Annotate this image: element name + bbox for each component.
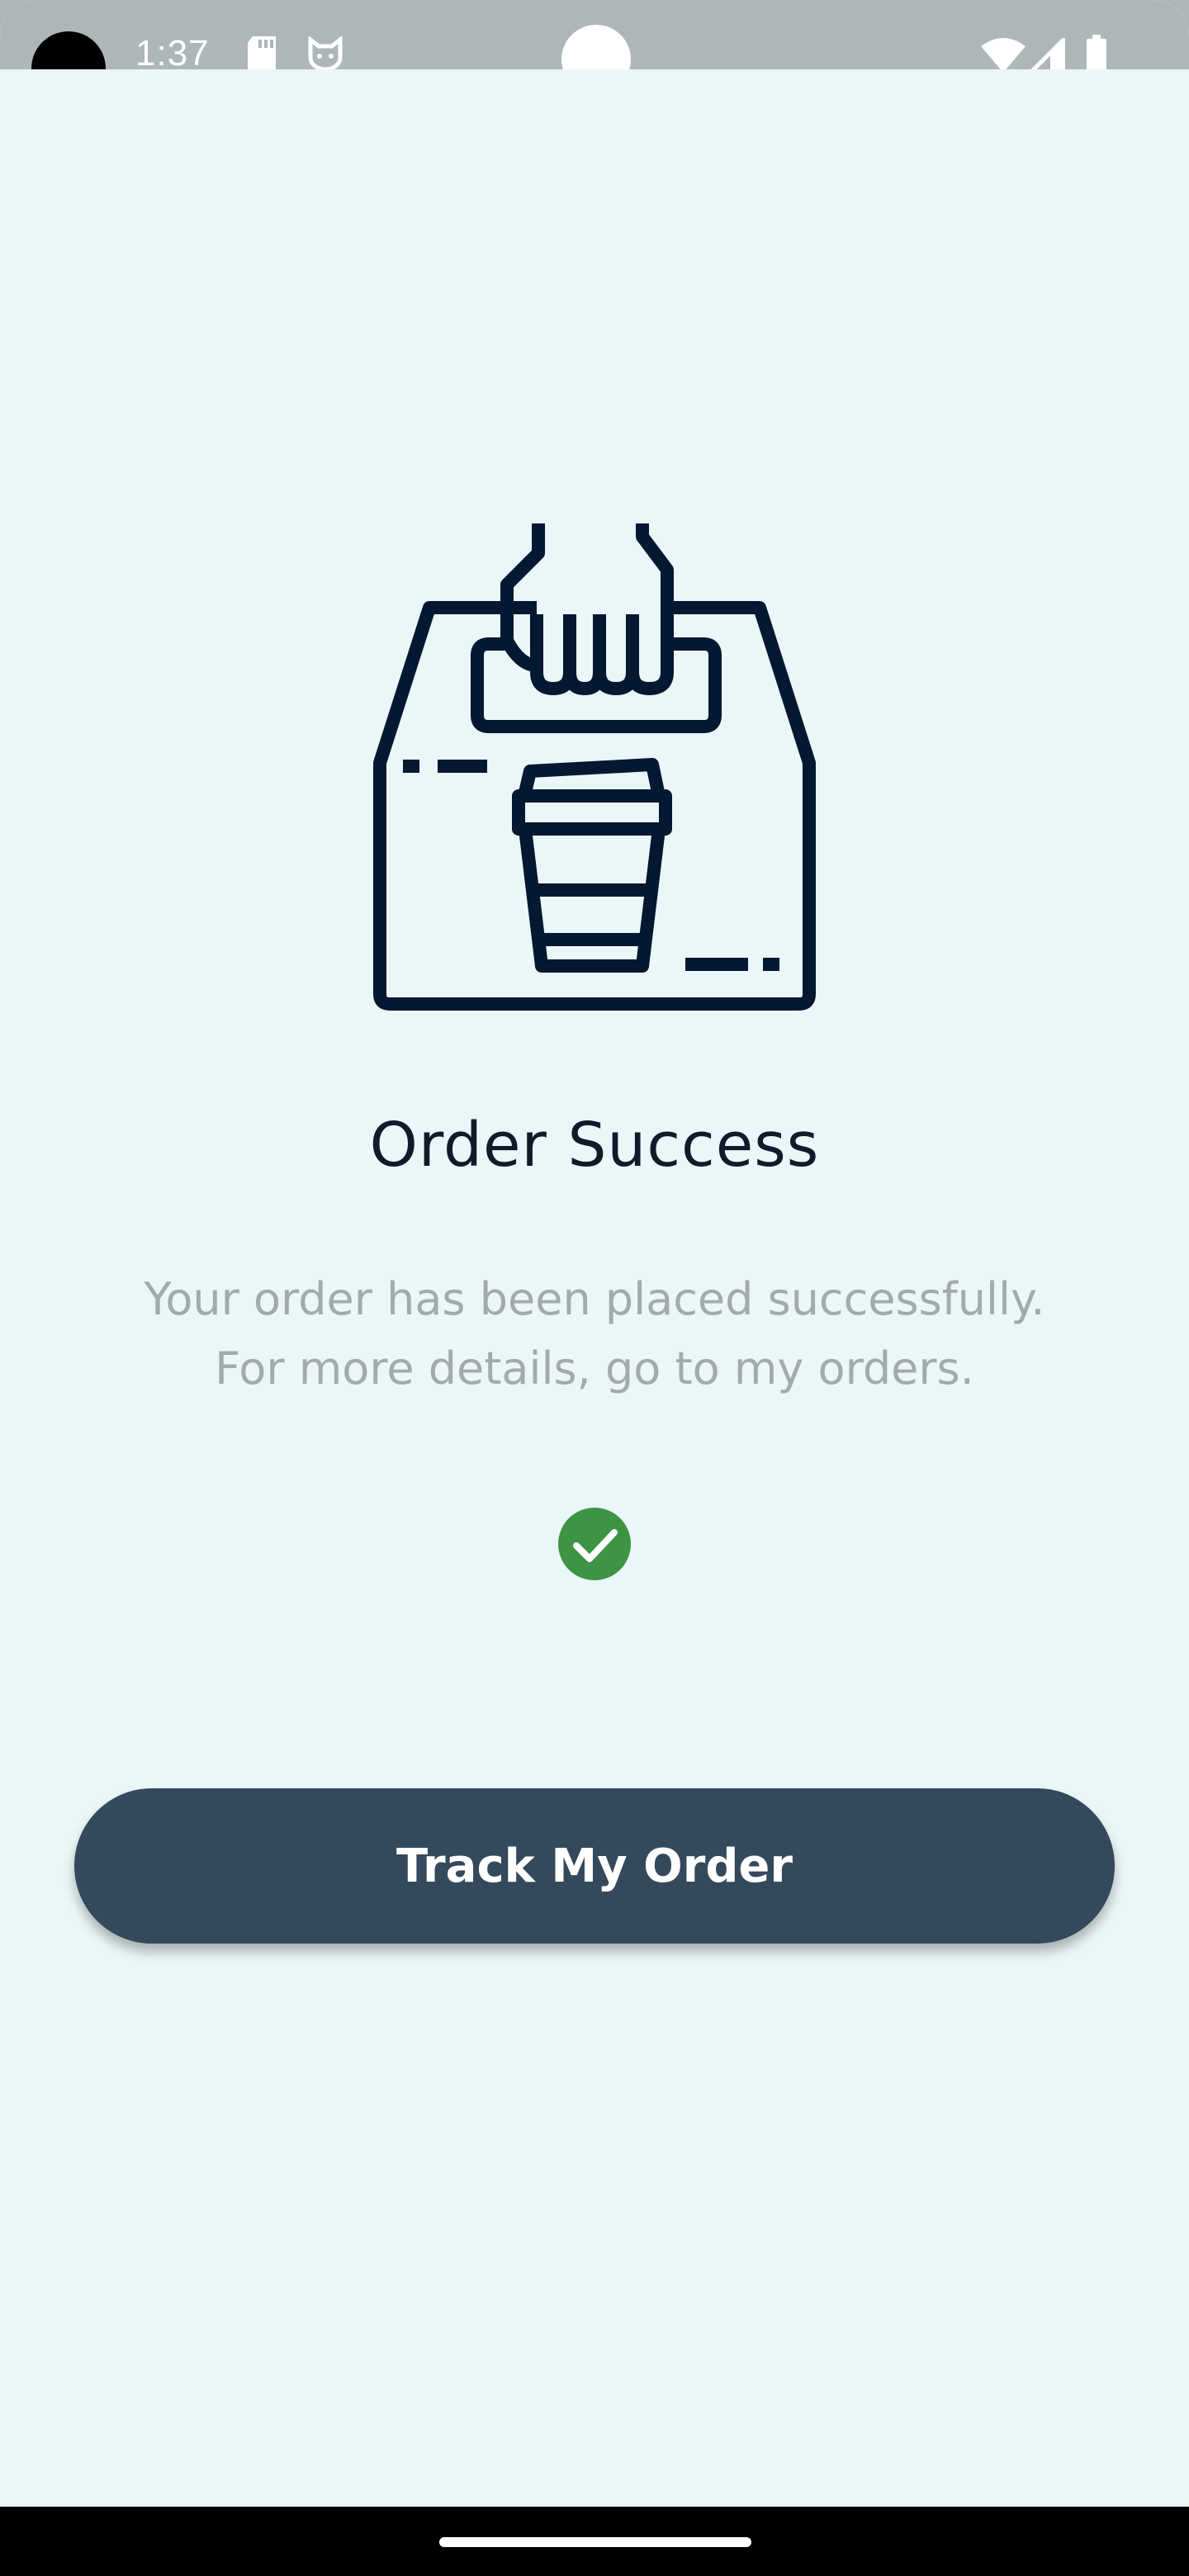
success-message-line-2: For more details, go to my orders. <box>215 1342 974 1395</box>
track-my-order-button[interactable]: Track My Order <box>74 1788 1115 1944</box>
page-title: Order Success <box>369 1110 820 1181</box>
sd-card-icon <box>248 36 276 73</box>
home-indicator[interactable] <box>439 2537 751 2547</box>
navigation-bar <box>0 2507 1189 2576</box>
cat-face-icon <box>307 35 343 73</box>
success-message-line-1: Your order has been placed successfully. <box>144 1273 1045 1325</box>
success-message: Your order has been placed successfully.… <box>99 1265 1090 1404</box>
status-time: 1:37 <box>135 33 210 73</box>
status-bar: 1:37 <box>0 0 1189 94</box>
check-circle-icon <box>558 1508 631 1580</box>
delivery-box-coffee-icon <box>372 449 817 1011</box>
device-screen: 1:37 Order Success Your order has been p… <box>0 0 1189 2576</box>
